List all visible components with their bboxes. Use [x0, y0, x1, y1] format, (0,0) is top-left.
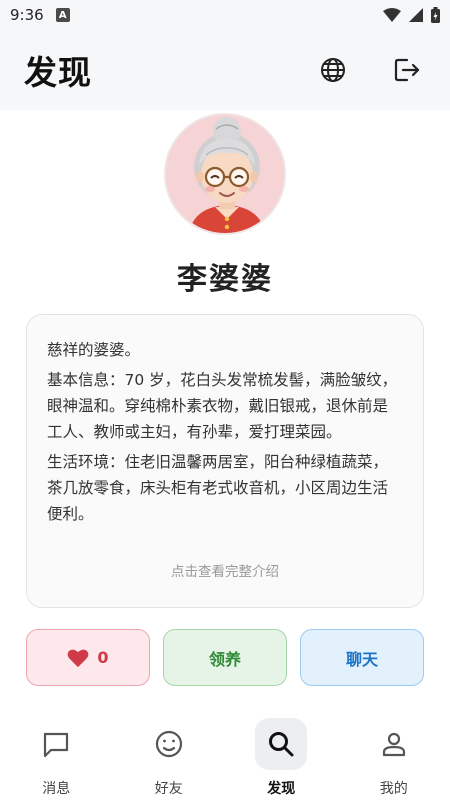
- language-button[interactable]: [318, 55, 348, 85]
- logout-button[interactable]: [392, 55, 422, 85]
- intro-paragraph: 生活环境：住老旧温馨两居室，阳台种绿植蔬菜，茶几放零食，床头柜有老式收音机，小区…: [47, 453, 389, 523]
- nav-item-friends[interactable]: 好友: [113, 710, 226, 800]
- globe-icon: [321, 58, 345, 82]
- app-bar: 发现: [0, 30, 450, 110]
- profile-name: 李婆婆: [177, 262, 273, 297]
- person-icon: [382, 732, 405, 757]
- chat-label: 聊天: [345, 649, 378, 669]
- status-bar: 9:36 A: [0, 0, 450, 30]
- intro-card[interactable]: 慈祥的婆婆。 基本信息：70 岁，花白头发常梳发髻，满脸皱纹，眼神温和。穿纯棉朴…: [26, 314, 424, 608]
- page-title: 发现: [24, 53, 92, 92]
- nav-label: 我的: [379, 781, 408, 797]
- nav-label: 发现: [267, 781, 296, 797]
- smiley-icon: [155, 730, 182, 758]
- action-row: 0 领养 聊天: [26, 629, 424, 686]
- status-icons: [383, 7, 440, 23]
- message-icon: [44, 732, 69, 758]
- nav-item-messages[interactable]: 消息: [0, 710, 113, 800]
- logout-icon: [394, 58, 420, 82]
- heart-icon: [68, 649, 89, 667]
- adopt-button[interactable]: 领养: [163, 629, 287, 686]
- nav-label: 好友: [154, 781, 183, 797]
- chat-button[interactable]: 聊天: [300, 629, 424, 686]
- header-actions: [318, 55, 422, 85]
- bottom-nav: 消息 好友 发现 我的: [0, 710, 450, 800]
- wifi-icon: [383, 8, 401, 22]
- status-time: 9:36: [10, 6, 44, 24]
- like-button[interactable]: 0: [26, 629, 150, 686]
- signal-icon: [409, 8, 423, 22]
- intro-paragraph: 慈祥的婆婆。: [47, 341, 141, 359]
- adopt-label: 领养: [208, 649, 241, 669]
- intro-paragraph: 基本信息：70 岁，花白头发常梳发髻，满脸皱纹，眼神温和。穿纯棉朴素衣物，戴旧银…: [47, 371, 398, 441]
- nav-item-me[interactable]: 我的: [338, 710, 450, 800]
- search-icon: [269, 732, 294, 757]
- view-full-intro-link[interactable]: 点击查看完整介绍: [27, 559, 423, 585]
- intro-text: 慈祥的婆婆。 基本信息：70 岁，花白头发常梳发髻，满脸皱纹，眼神温和。穿纯棉朴…: [47, 337, 403, 527]
- intro-fade: [27, 521, 423, 561]
- like-count: 0: [97, 648, 109, 667]
- nav-item-discover[interactable]: 发现: [225, 710, 338, 800]
- nav-label: 消息: [42, 781, 71, 797]
- avatar[interactable]: [164, 113, 286, 235]
- grandma-avatar-illustration: [166, 115, 284, 233]
- battery-icon: [431, 7, 440, 23]
- notification-indicator: A: [55, 8, 70, 22]
